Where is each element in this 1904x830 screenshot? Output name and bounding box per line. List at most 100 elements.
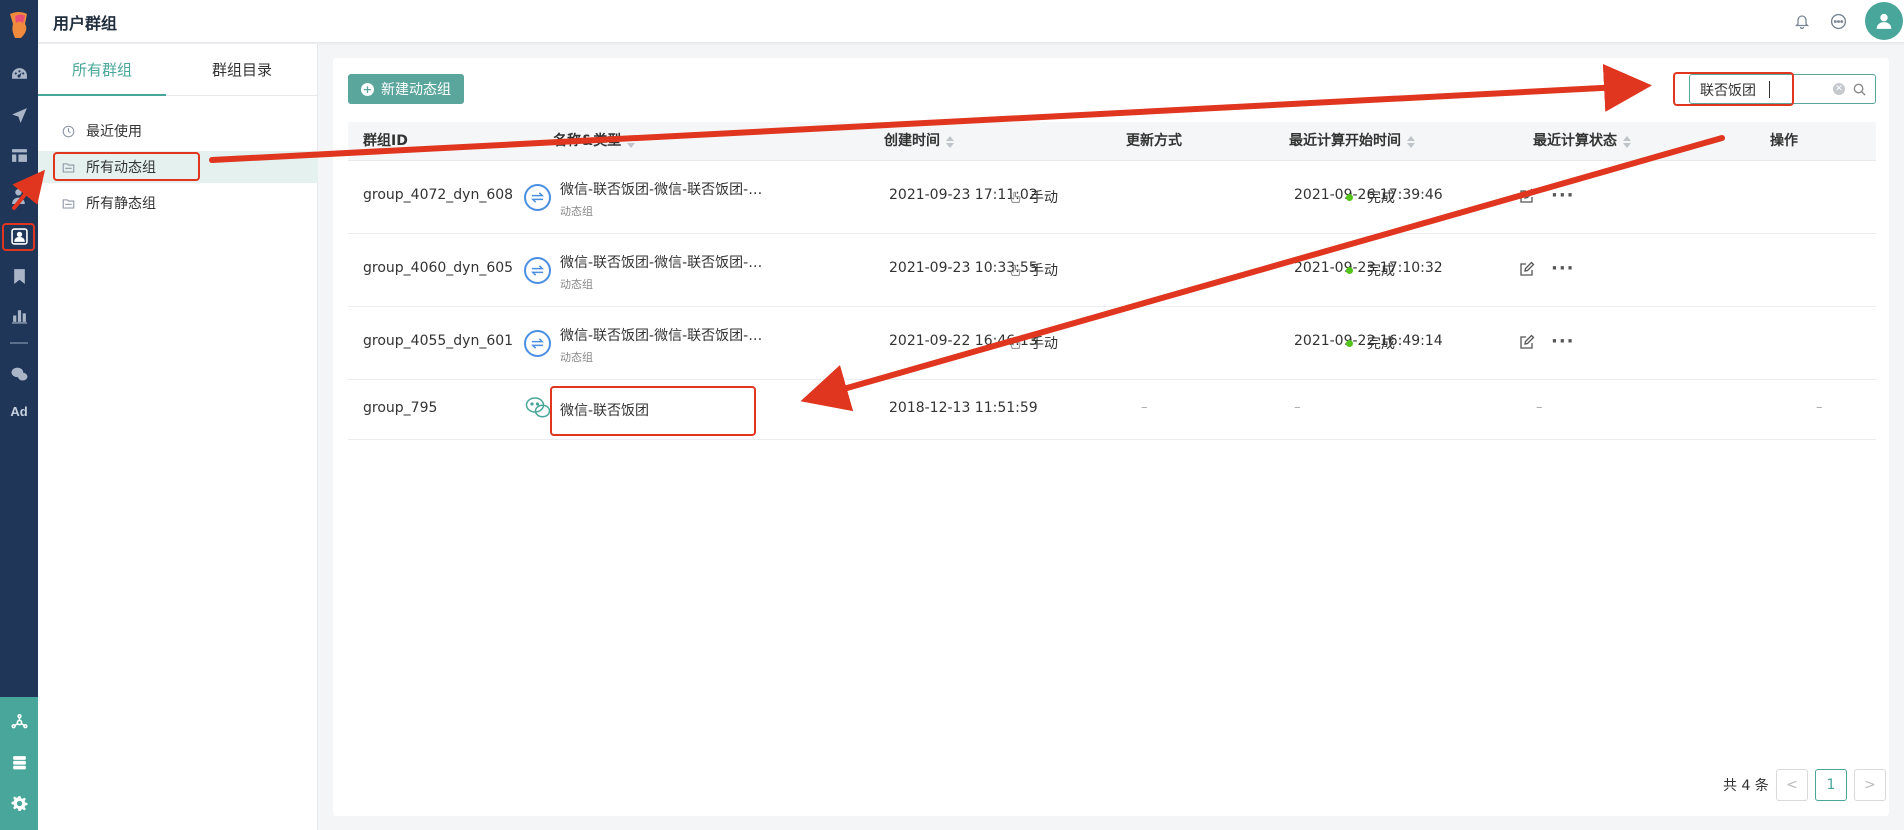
group-name[interactable]: 微信-联否饭团-微信-联否饭团-微信-联否饭团 [560, 179, 775, 199]
status-dot [1346, 266, 1353, 274]
nav-rail: Ad [0, 0, 38, 830]
table-row[interactable]: group_4055_dyn_601 微信-联否饭团-微信-联否饭团-微信-联否… [348, 307, 1876, 380]
col-created-time-label: 创建时间 [884, 133, 940, 149]
edit-icon[interactable] [1519, 261, 1535, 277]
group-id: group_795 [363, 400, 438, 416]
more-icon[interactable]: ··· [1551, 333, 1575, 351]
status-label: 完成 [1367, 263, 1395, 279]
ad-label[interactable]: Ad [0, 396, 38, 426]
clock-icon [62, 125, 75, 137]
status-label: 完成 [1367, 336, 1395, 352]
table-header: 群组ID 名称&类型 创建时间 更新方式 最近计算开始时间 最近计算状态 操作 [348, 122, 1876, 161]
rail-bottom-group [0, 697, 38, 830]
pagination-total: 共 4 条 [1723, 778, 1769, 794]
col-calc-start[interactable]: 最近计算开始时间 [1289, 122, 1415, 161]
hand-icon [1010, 264, 1021, 276]
tab-group-catalog[interactable]: 群组目录 [178, 44, 306, 96]
col-group-id: 群组ID [363, 133, 408, 149]
bar-chart-icon[interactable] [0, 300, 38, 330]
update-method: 手动 [1009, 187, 1058, 207]
calc-status: 完成 [1346, 333, 1395, 353]
update-method: 手动 [1009, 260, 1058, 280]
page-1-button[interactable]: 1 [1815, 769, 1847, 801]
wechat-group-icon [525, 397, 551, 418]
avatar[interactable] [1865, 2, 1903, 40]
actions-empty: – [1816, 400, 1823, 415]
page-title: 用户群组 [53, 14, 118, 33]
search-icon[interactable] [1852, 82, 1867, 97]
status-dot [1346, 339, 1353, 347]
sort-icon[interactable] [1407, 135, 1415, 148]
table-row[interactable]: group_4072_dyn_608 微信-联否饭团-微信-联否饭团-微信-联否… [348, 161, 1876, 234]
col-name-type-label: 名称&类型 [553, 133, 622, 149]
rail-divider [10, 342, 28, 344]
row-actions: ··· [1519, 187, 1575, 205]
table-row[interactable]: group_4060_dyn_605 微信-联否饭团-微信-联否饭团-微信-联否… [348, 234, 1876, 307]
app-logo[interactable] [7, 10, 31, 40]
bell-icon[interactable] [1791, 10, 1813, 32]
new-dynamic-group-button[interactable]: + 新建动态组 [348, 74, 464, 104]
calc-status: 完成 [1346, 260, 1395, 280]
calc-status: 完成 [1346, 187, 1395, 207]
group-id: group_4072_dyn_608 [363, 187, 514, 203]
network-icon[interactable] [0, 707, 38, 737]
send-icon[interactable] [0, 100, 38, 130]
row-actions: ··· [1519, 333, 1575, 351]
group-type: 动态组 [560, 351, 593, 364]
sort-icon[interactable] [1623, 135, 1631, 148]
tab-all-groups[interactable]: 所有群组 [38, 44, 166, 96]
edit-icon[interactable] [1519, 334, 1535, 350]
update-method-label: 手动 [1030, 190, 1058, 206]
folder-icon [62, 198, 75, 208]
group-name[interactable]: 微信-联否饭团-微信-联否饭团-微信-联否饭团 [560, 252, 775, 272]
status-dot [1346, 193, 1353, 201]
calc-start-empty: – [1294, 400, 1301, 415]
col-update-method: 更新方式 [1126, 133, 1182, 149]
dashboard-icon[interactable] [0, 59, 38, 89]
calc-status-empty: – [1536, 400, 1543, 415]
status-label: 完成 [1367, 190, 1395, 206]
wechat-icon[interactable] [0, 359, 38, 389]
group-id: group_4055_dyn_601 [363, 333, 514, 349]
update-method: 手动 [1009, 333, 1058, 353]
sort-icon[interactable] [627, 135, 636, 148]
database-icon[interactable] [0, 747, 38, 777]
annotation-box-search [1673, 72, 1794, 106]
message-icon[interactable] [1827, 10, 1849, 32]
user-tag-icon[interactable] [0, 181, 38, 211]
sidebar-item-recent[interactable]: 最近使用 [38, 115, 318, 147]
annotation-box-rail [2, 223, 35, 251]
bookmark-icon[interactable] [0, 261, 38, 291]
main-panel: + 新建动态组 联否饭团 ✕ 群组ID 名称&类型 创建时间 更新方式 最近计算… [333, 58, 1889, 816]
group-id: group_4060_dyn_605 [363, 260, 514, 276]
sort-icon[interactable] [946, 135, 954, 148]
annotation-box-result [550, 386, 756, 436]
row-actions: ··· [1519, 260, 1575, 278]
top-bar: 用户群组 [38, 0, 1904, 43]
hand-icon [1010, 337, 1021, 349]
prev-page-button[interactable]: < [1776, 769, 1808, 801]
update-method-empty: – [1141, 400, 1148, 415]
more-icon[interactable]: ··· [1551, 187, 1575, 205]
update-method-label: 手动 [1030, 263, 1058, 279]
col-name-type[interactable]: 名称&类型 [553, 122, 636, 161]
group-name[interactable]: 微信-联否饭团-微信-联否饭团-微信-联否饭团 [560, 325, 775, 345]
more-icon[interactable]: ··· [1551, 260, 1575, 278]
col-calc-start-label: 最近计算开始时间 [1289, 133, 1401, 149]
col-calc-status[interactable]: 最近计算状态 [1533, 122, 1631, 161]
created-time: 2018-12-13 11:51:59 [889, 400, 1038, 416]
group-type: 动态组 [560, 205, 593, 218]
annotation-box-sidebar [53, 152, 200, 181]
hand-icon [1010, 191, 1021, 203]
next-page-button[interactable]: > [1854, 769, 1886, 801]
gear-icon[interactable] [0, 788, 38, 818]
clear-icon[interactable]: ✕ [1833, 83, 1845, 95]
sidebar-item-all-static[interactable]: 所有静态组 [38, 187, 318, 219]
update-method-label: 手动 [1030, 336, 1058, 352]
layout-icon[interactable] [0, 140, 38, 170]
sidebar-tabs: 所有群组 群组目录 [38, 44, 318, 96]
new-button-label: 新建动态组 [381, 82, 451, 98]
edit-icon[interactable] [1519, 188, 1535, 204]
plus-icon: + [361, 82, 374, 96]
col-created-time[interactable]: 创建时间 [884, 122, 954, 161]
